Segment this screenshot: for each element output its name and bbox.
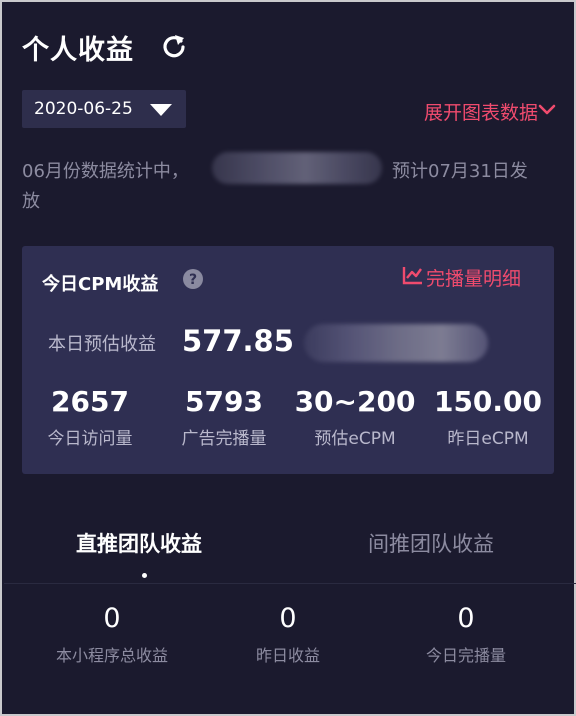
app-screen: 个人收益 2020-06-25 展开图表数据 06月份数据统计中， 预计07月3… <box>0 0 576 716</box>
redacted-info <box>304 324 488 362</box>
chart-icon[interactable] <box>402 264 424 286</box>
estimate-label: 本日预估收益 <box>48 334 156 355</box>
active-tab-indicator <box>142 573 147 578</box>
stat-value: 30~200 <box>294 385 416 418</box>
date-value: 2020-06-25 <box>34 99 133 119</box>
team-stat-label: 今日完播量 <box>425 646 506 665</box>
stat-yesterday-ecpm: 150.00 昨日eCPM <box>432 385 544 450</box>
notice-text-end: 预计07月31日发 <box>392 161 528 182</box>
refresh-icon[interactable] <box>160 32 188 60</box>
stat-value: 5793 <box>185 385 263 418</box>
expand-chart-data-link[interactable]: 展开图表数据 <box>424 98 538 125</box>
stat-value: 2657 <box>51 385 129 418</box>
stat-label: 广告完播量 <box>181 429 267 449</box>
help-icon[interactable]: ? <box>182 268 204 290</box>
team-stat-value: 0 <box>103 603 121 634</box>
stat-label: 昨日eCPM <box>447 429 529 449</box>
team-tabs: 直推团队收益 间推团队收益 <box>4 522 576 584</box>
stat-label: 预估eCPM <box>314 429 396 449</box>
tab-direct-team[interactable]: 直推团队收益 <box>76 528 202 558</box>
card-title: 今日CPM收益 <box>42 274 159 295</box>
tab-indirect-team[interactable]: 间推团队收益 <box>368 528 494 558</box>
redacted-amount <box>212 152 382 184</box>
playback-detail-link[interactable]: 完播量明细 <box>426 264 521 291</box>
page-title: 个人收益 <box>22 35 134 66</box>
caret-down-icon <box>150 104 172 116</box>
stat-estimated-ecpm: 30~200 预估eCPM <box>294 385 416 450</box>
stat-value: 150.00 <box>433 385 543 418</box>
team-stat-yesterday: 0 昨日收益 <box>228 602 348 666</box>
team-stat-total: 0 本小程序总收益 <box>42 602 182 666</box>
stat-label: 今日访问量 <box>47 429 133 449</box>
stat-visits: 2657 今日访问量 <box>38 385 142 450</box>
chevron-down-icon[interactable] <box>538 104 556 116</box>
team-stat-completions: 0 今日完播量 <box>406 602 526 666</box>
cpm-earnings-card: 今日CPM收益 ? 完播量明细 本日预估收益 577.85 2657 今日访问量… <box>22 246 554 474</box>
estimate-value: 577.85 <box>182 324 294 358</box>
date-selector[interactable]: 2020-06-25 <box>22 90 186 128</box>
notice-text-start: 06月份数据统计中， <box>22 161 189 182</box>
notice-text-wrap: 放 <box>22 191 40 212</box>
team-stat-value: 0 <box>457 603 475 634</box>
svg-text:?: ? <box>189 272 197 288</box>
team-stat-label: 本小程序总收益 <box>55 646 168 665</box>
stat-ad-completions: 5793 广告完播量 <box>170 385 278 450</box>
team-stat-value: 0 <box>279 603 297 634</box>
team-stat-label: 昨日收益 <box>255 646 320 665</box>
